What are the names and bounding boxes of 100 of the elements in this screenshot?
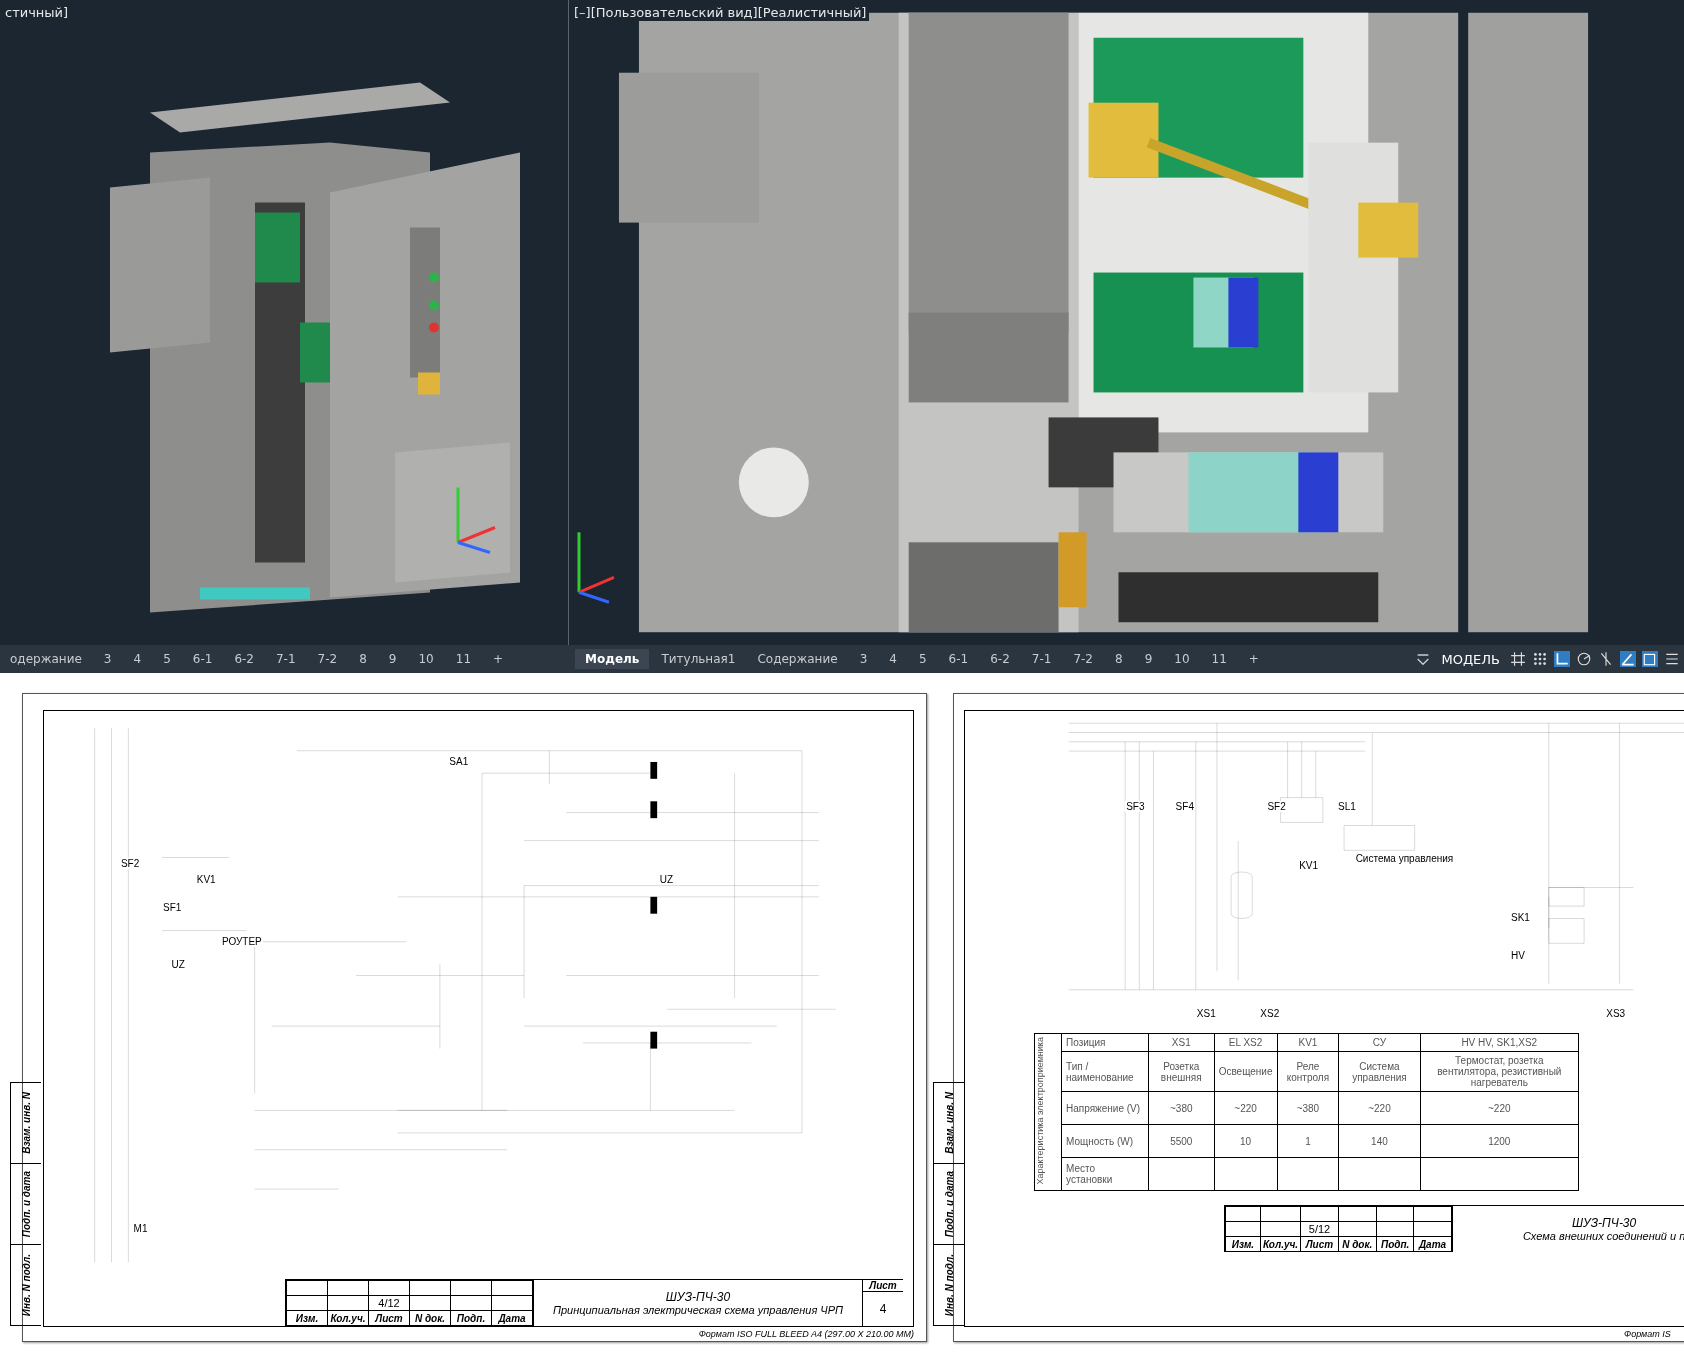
table-cell: ~380 — [1148, 1091, 1215, 1125]
isodraft-icon[interactable] — [1598, 651, 1614, 667]
scroll-icon[interactable] — [1415, 651, 1432, 667]
layout-tab[interactable]: 7-1 — [1021, 649, 1062, 669]
table-cell: ~220 — [1420, 1091, 1579, 1125]
stamp-label: Подп. и дата — [20, 1170, 32, 1238]
angle-icon[interactable] — [1620, 651, 1636, 667]
schematic-label: SF2 — [1266, 800, 1287, 812]
title-block-header: Дата — [491, 1310, 533, 1326]
format-note: Формат ISO FULL BLEED A4 (297.00 X 210.00 MM) — [698, 1329, 914, 1339]
table-cell: 1 — [1277, 1124, 1339, 1158]
schematic-label: KV1 — [195, 874, 217, 886]
layout-tab[interactable]: 3 — [849, 649, 878, 669]
layout-tab[interactable]: 5 — [153, 649, 181, 669]
layout-tab[interactable]: 10 — [408, 649, 444, 669]
stamp-label: Подп. и дата — [943, 1170, 955, 1238]
table-cell: 140 — [1338, 1124, 1421, 1158]
layout-tab[interactable]: 8 — [349, 649, 377, 669]
layout-tab[interactable]: 6-1 — [182, 649, 223, 669]
schematic-label: UZ — [658, 874, 675, 886]
schematic-label: Система управления — [1354, 853, 1455, 865]
schematic-label: SF1 — [162, 902, 183, 914]
schematic-label: XS2 — [1259, 1008, 1281, 1020]
sheet-number: 4/12 — [368, 1295, 410, 1311]
schematic-label: KV1 — [1298, 859, 1320, 871]
title-block-header: Лист — [1300, 1236, 1339, 1252]
snap-icon[interactable] — [1532, 651, 1548, 667]
title-block-header: Кол.уч. — [1260, 1236, 1301, 1252]
layout-tab[interactable]: 11 — [445, 649, 482, 669]
table-cell: Система управления — [1338, 1051, 1421, 1092]
layout-tab[interactable]: 4 — [123, 649, 152, 669]
layout-tab[interactable]: 5 — [908, 649, 937, 669]
document-code: ШУЗ-ПЧ-30 — [665, 1290, 731, 1304]
sheet-number: 4 — [878, 1301, 888, 1318]
layout-tab[interactable]: 3 — [93, 649, 122, 669]
table-cell: 1200 — [1420, 1124, 1579, 1158]
stamp-label: Инв. N подл. — [943, 1253, 955, 1317]
table-cell: Место установки — [1061, 1157, 1149, 1191]
table-cell: Реле контроля — [1277, 1051, 1339, 1092]
sheet-label: Лист — [863, 1280, 903, 1292]
table-cell: HV HV, SK1,XS2 — [1420, 1033, 1579, 1052]
title-block-header: Изм. — [1225, 1236, 1261, 1252]
table-cell: Позиция — [1061, 1033, 1149, 1052]
schematic-label: SK1 — [1509, 912, 1531, 924]
schematic-label: РОУТЕР — [220, 936, 263, 948]
layout-tab[interactable]: Модель — [575, 649, 650, 669]
stamp-label: Взам. инв. N — [943, 1092, 955, 1154]
layout-tab[interactable]: 4 — [879, 649, 907, 669]
title-block-header: Дата — [1413, 1236, 1452, 1252]
model-space-button[interactable]: МОДЕЛЬ — [1437, 649, 1504, 669]
layout-tab[interactable]: 6-2 — [980, 649, 1020, 669]
format-note: Формат IS — [1624, 1329, 1671, 1339]
layout-tab[interactable]: 9 — [1134, 649, 1163, 669]
schematic-label: SF2 — [119, 857, 141, 869]
table-cell: Напряжение (V) — [1061, 1091, 1149, 1125]
layout-tab[interactable]: 9 — [378, 649, 407, 669]
table-cell: Освещение — [1214, 1051, 1277, 1092]
layout-tab[interactable]: одержание — [0, 649, 92, 669]
schematic-label: M1 — [132, 1222, 149, 1234]
grid-icon[interactable] — [1510, 651, 1526, 667]
table-cell: 5500 — [1148, 1124, 1215, 1158]
table-cell: XS1 — [1148, 1033, 1215, 1052]
layout-tab[interactable]: 8 — [1105, 649, 1133, 669]
table-cell: Розетка внешняя — [1148, 1051, 1215, 1092]
layout-tab[interactable]: 7-1 — [266, 649, 306, 669]
layout-tab[interactable]: 10 — [1164, 649, 1200, 669]
title-block-header: Кол.уч. — [327, 1310, 369, 1326]
layout-tab[interactable]: 6-1 — [938, 649, 979, 669]
table-cell: EL XS2 — [1214, 1033, 1277, 1052]
layout-tab[interactable]: 6-2 — [224, 649, 264, 669]
layout-tab[interactable]: Содержание — [747, 649, 848, 669]
title-block-header: N док. — [409, 1310, 451, 1326]
schematic-label: XS1 — [1195, 1008, 1217, 1020]
schematic-label: XS3 — [1605, 1008, 1627, 1020]
layout-tab[interactable]: Титульная1 — [651, 649, 746, 669]
table-cell: ~220 — [1214, 1091, 1277, 1125]
document-code: ШУЗ-ПЧ-30 — [1571, 1216, 1637, 1230]
stamp-label: Инв. N подл. — [20, 1253, 32, 1317]
document-title: Принципиальная электрическая схема управления ЧРП — [552, 1304, 844, 1316]
table-cell: KV1 — [1277, 1033, 1339, 1052]
schematic-label: SA1 — [448, 756, 470, 768]
table-cell: ~380 — [1277, 1091, 1339, 1125]
layout-tab[interactable]: 11 — [1201, 649, 1237, 669]
table-cell: Мощность (W) — [1061, 1124, 1149, 1158]
layout-tab[interactable]: 7-2 — [307, 649, 348, 669]
layout-tab[interactable]: + — [1238, 649, 1269, 669]
table-cell: Тип / наименование — [1061, 1051, 1149, 1092]
object-snap-icon[interactable] — [1642, 651, 1658, 667]
title-block-header: Изм. — [286, 1310, 328, 1326]
polar-icon[interactable] — [1576, 651, 1592, 667]
layout-tab[interactable]: 7-2 — [1063, 649, 1103, 669]
title-block-header: Лист — [368, 1310, 410, 1326]
schematic-label: SF3 — [1125, 800, 1146, 812]
schematic-label: HV — [1509, 949, 1526, 961]
layout-tab[interactable]: + — [483, 649, 514, 669]
ortho-icon[interactable] — [1554, 651, 1570, 667]
stamp-label: Взам. инв. N — [20, 1092, 32, 1154]
schematic-label: SF4 — [1174, 800, 1195, 812]
menu-icon[interactable] — [1664, 651, 1680, 667]
title-block-header: Подп. — [1376, 1236, 1414, 1252]
